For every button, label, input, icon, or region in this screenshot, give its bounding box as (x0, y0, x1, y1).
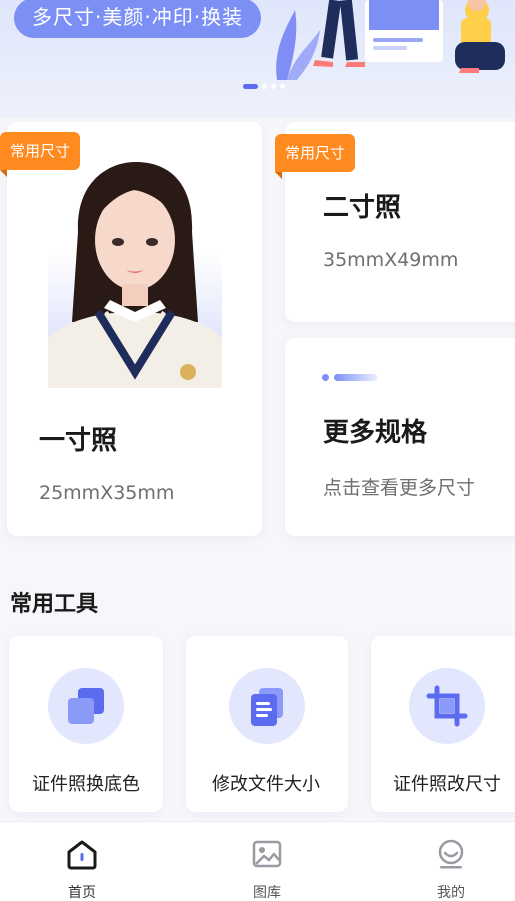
one-inch-size: 25mmX35mm (39, 482, 175, 504)
more-sizes-title: 更多规格 (323, 418, 428, 448)
carousel-indicator (243, 84, 285, 89)
nav-item-gallery[interactable]: 图库 (217, 822, 317, 901)
carousel-dot (262, 84, 267, 89)
more-sizes-subtitle: 点击查看更多尺寸 (323, 477, 476, 499)
banner-illustration (276, 0, 505, 80)
decorative-dash (322, 374, 378, 381)
banner-tagline: 多尺寸·美颜·冲印·换装 (14, 0, 262, 38)
tool-change-size[interactable]: 证件照改尺寸 (371, 636, 515, 812)
common-size-tag: 常用尺寸 (0, 132, 81, 177)
tool-change-background[interactable]: 证件照换底色 (9, 636, 163, 812)
one-inch-title: 一寸照 (39, 426, 118, 456)
nav-label-home: 首页 (68, 885, 96, 901)
tool-resize-file[interactable]: 修改文件大小 (186, 636, 348, 812)
gallery-icon (252, 840, 282, 868)
nav-label-mine: 我的 (437, 885, 465, 901)
nav-item-home[interactable]: 首页 (32, 822, 132, 901)
home-icon (67, 840, 97, 870)
tools-section-title: 常用工具 (10, 592, 99, 617)
two-inch-title: 二寸照 (323, 193, 402, 223)
bottom-navigation: 首页 图库 我的 (0, 821, 515, 901)
carousel-dot (280, 84, 285, 89)
document-icon (229, 668, 305, 744)
common-size-tag: 常用尺寸 (275, 134, 356, 179)
tool-label: 证件照换底色 (32, 774, 140, 795)
carousel-dot-active (243, 84, 258, 89)
sample-id-photo (48, 162, 222, 388)
profile-icon (438, 839, 464, 869)
promo-banner[interactable]: 多尺寸·美颜·冲印·换装 (0, 0, 515, 118)
nav-label-gallery: 图库 (253, 885, 281, 901)
nav-item-mine[interactable]: 我的 (401, 822, 501, 901)
tool-label: 修改文件大小 (212, 774, 320, 795)
two-inch-size: 35mmX49mm (323, 249, 459, 271)
carousel-dot (271, 84, 276, 89)
tool-label: 证件照改尺寸 (393, 774, 501, 795)
crop-icon (409, 668, 485, 744)
layers-icon (48, 668, 124, 744)
